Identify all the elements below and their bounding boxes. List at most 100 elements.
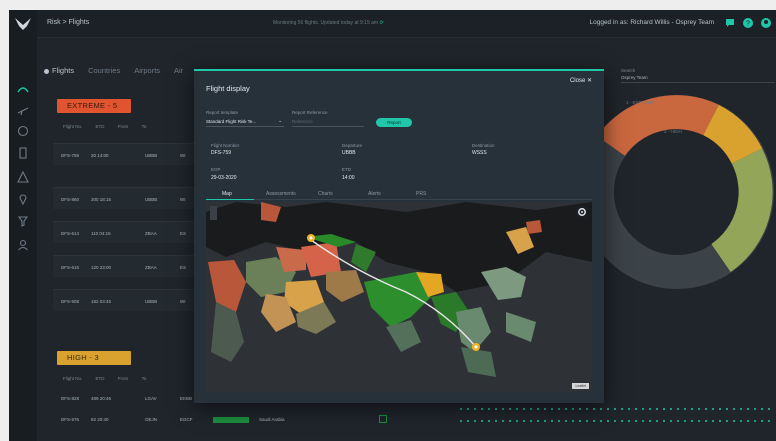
logo-icon[interactable]	[13, 14, 33, 34]
timeline-dot	[726, 408, 728, 410]
legend-extreme: 1 - EXTREME	[626, 100, 655, 105]
tab-alerts[interactable]: Alerts	[368, 191, 381, 197]
col-from[interactable]: From	[118, 376, 129, 381]
close-button[interactable]: Close ✕	[570, 77, 592, 84]
destination-marker-icon[interactable]	[472, 343, 480, 351]
map-attribution[interactable]: Leaflet	[572, 383, 589, 389]
timeline-dot	[698, 408, 700, 410]
flight-number-value: DFS-759	[211, 150, 232, 156]
tab-air[interactable]: Air	[174, 66, 183, 75]
tab-countries[interactable]: Countries	[88, 66, 120, 75]
timeline-dot	[579, 408, 581, 410]
tab-map[interactable]: Map	[222, 191, 232, 197]
col-from[interactable]: From	[118, 124, 129, 129]
col-etd[interactable]: ETD	[96, 376, 105, 381]
timeline-dot	[733, 420, 735, 422]
route-map[interactable]: Leaflet	[206, 202, 592, 392]
help-icon[interactable]: ?	[742, 17, 754, 29]
col-to[interactable]: To	[142, 124, 147, 129]
timeline-dot	[572, 420, 574, 422]
timeline-dot	[642, 408, 644, 410]
timeline-dot	[537, 408, 539, 410]
timeline-dot	[607, 420, 609, 422]
timeline-dot	[558, 420, 560, 422]
modal-tabs: Map Assessments Charts Alerts PRS	[206, 190, 592, 200]
breadcrumb[interactable]: Risk > Flights	[47, 19, 89, 26]
building-icon[interactable]	[16, 146, 30, 160]
cell-from: ZBAA	[145, 265, 157, 270]
cell-from: ZBAA	[145, 231, 157, 236]
timeline-dot	[530, 408, 532, 410]
report-button[interactable]: Report	[376, 118, 412, 127]
pin-icon[interactable]	[16, 192, 30, 206]
filter-icon[interactable]	[16, 214, 30, 228]
cell-to: EGCF	[180, 417, 193, 422]
donut-slice-high[interactable]	[702, 104, 763, 165]
search-input[interactable]: Osprey Team	[621, 75, 775, 83]
timeline-dot	[586, 420, 588, 422]
table-row[interactable]: DFS-759 20 14:00 UBBB WI	[53, 143, 203, 165]
zoom-control[interactable]	[210, 206, 217, 220]
tab-prs[interactable]: PRS	[416, 191, 426, 197]
timeline-dot	[467, 408, 469, 410]
timeline-dot	[635, 420, 637, 422]
table-row[interactable]: DFS-860 200 18:15 UBBB WI	[53, 187, 203, 209]
timeline-dot	[684, 408, 686, 410]
globe-icon[interactable]	[16, 124, 30, 138]
plane-icon[interactable]	[16, 104, 30, 118]
origin-marker-icon[interactable]	[307, 234, 315, 242]
timeline-dot	[537, 420, 539, 422]
map-canvas[interactable]	[206, 202, 592, 392]
alert-icon[interactable]	[16, 170, 30, 184]
donut-slice-extreme[interactable]	[597, 95, 719, 157]
app-window: Risk > Flights Monitoring 56 flights. Up…	[9, 10, 776, 441]
timeline-dot	[481, 408, 483, 410]
account-icon[interactable]	[760, 17, 772, 29]
col-flight[interactable]: Flight No.	[63, 124, 82, 129]
timeline-dot	[761, 420, 763, 422]
timeline-dot	[495, 408, 497, 410]
cell-etd: 200 18:15	[91, 197, 112, 202]
timeline-dots	[460, 408, 770, 422]
table-row[interactable]: DFS-576 82 20:40 OEJN EGCF Saudi Arabia	[53, 412, 395, 428]
cell-flight: DFS-615	[61, 265, 80, 270]
col-etd[interactable]: ETD	[96, 124, 105, 129]
status-label: Monitoring 56 flights. Updated today at …	[273, 20, 379, 26]
dashboard-icon[interactable]	[16, 82, 30, 96]
timeline-dot	[614, 420, 616, 422]
tab-flights[interactable]: Flights	[44, 66, 74, 75]
timeline-dot	[593, 408, 595, 410]
timeline-dot	[670, 420, 672, 422]
cell-country: Saudi Arabia	[259, 417, 285, 422]
gear-icon[interactable]	[576, 206, 588, 218]
report-reference-input[interactable]	[292, 117, 364, 127]
cell-flight: DFS-614	[61, 231, 80, 236]
tab-assessments[interactable]: Assessments	[266, 191, 296, 197]
donut-slice-medium[interactable]	[710, 148, 773, 272]
col-flight[interactable]: Flight No.	[63, 376, 82, 381]
table-row[interactable]: DFS-614 110 04:15 ZBAA ES	[53, 221, 203, 243]
table-row[interactable]: DFS-508 182 03:45 UBBB WI	[53, 289, 203, 311]
timeline-dot	[565, 420, 567, 422]
timeline-dot	[768, 408, 770, 410]
tab-charts[interactable]: Charts	[318, 191, 333, 197]
cell-from: LGAV	[145, 396, 157, 401]
flight-number-label: Flight Number	[211, 143, 240, 148]
legend-high: 2 - HIGH	[664, 129, 682, 134]
sync-icon[interactable]: ⟳	[379, 20, 383, 26]
timeline-dot	[698, 420, 700, 422]
user-icon[interactable]	[16, 238, 30, 252]
chat-icon[interactable]	[724, 17, 736, 29]
table-row[interactable]: DFS-615 120 23:00 ZBAA ES	[53, 255, 203, 277]
report-template-label: Report template	[206, 110, 239, 115]
eop-value: 29-03-2020	[211, 175, 237, 181]
timeline-dot	[621, 408, 623, 410]
timeline-dot	[677, 408, 679, 410]
search-field[interactable]: Search Osprey Team	[621, 68, 775, 83]
tab-airports[interactable]: Airports	[134, 66, 160, 75]
report-template-select[interactable]: Standard Flight Risk Te... ⌄	[206, 117, 284, 127]
col-to[interactable]: To	[142, 376, 147, 381]
timeline-dot	[754, 420, 756, 422]
row-checkbox[interactable]	[379, 415, 387, 423]
timeline-dot	[691, 408, 693, 410]
